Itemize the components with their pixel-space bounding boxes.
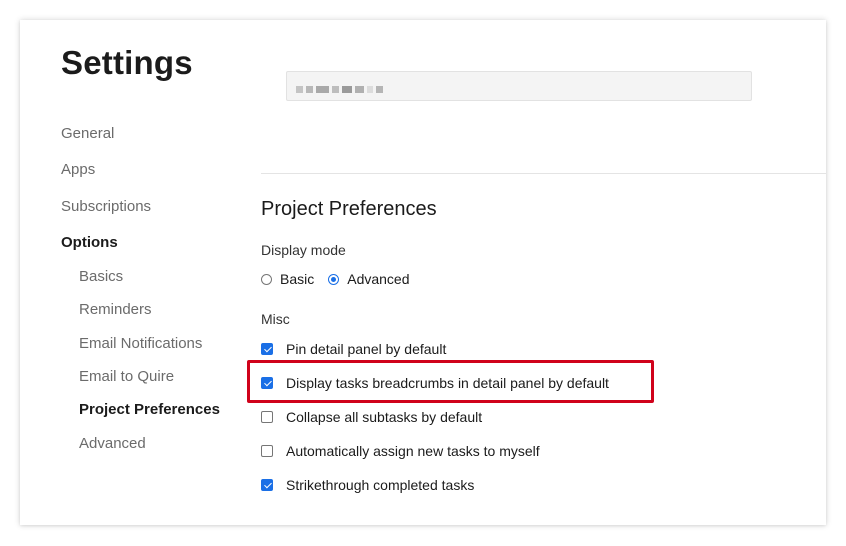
page-title: Settings (61, 44, 193, 81)
search-input[interactable] (286, 71, 752, 101)
sidebar-subitem-email-to-quire[interactable]: Email to Quire (79, 368, 174, 385)
sidebar-subitem-reminders[interactable]: Reminders (79, 301, 152, 318)
section-title: Project Preferences (261, 198, 437, 220)
option-collapse-subtasks: Collapse all subtasks by default (261, 409, 482, 425)
sidebar-item-apps[interactable]: Apps (61, 161, 95, 178)
redacted-text (296, 86, 386, 93)
checkbox-collapse-subtasks[interactable] (261, 411, 273, 423)
misc-label: Misc (261, 311, 290, 327)
option-auto-assign: Automatically assign new tasks to myself (261, 443, 540, 459)
radio-advanced-label[interactable]: Advanced (347, 271, 409, 287)
sidebar-subitem-project-preferences[interactable]: Project Preferences (79, 401, 220, 418)
radio-basic-label[interactable]: Basic (280, 271, 314, 287)
checkbox-pin-detail-panel[interactable] (261, 343, 273, 355)
radio-basic[interactable] (261, 273, 272, 285)
sidebar-item-general[interactable]: General (61, 125, 114, 142)
highlight-box (247, 360, 654, 403)
display-mode-radio-group: Basic Advanced (261, 271, 424, 287)
sidebar-item-options[interactable]: Options (61, 234, 118, 251)
checkbox-label[interactable]: Collapse all subtasks by default (286, 409, 482, 425)
checkbox-label[interactable]: Pin detail panel by default (286, 341, 446, 357)
checkbox-label[interactable]: Strikethrough completed tasks (286, 477, 474, 493)
sidebar-subitem-email-notifications[interactable]: Email Notifications (79, 335, 202, 352)
radio-advanced[interactable] (328, 273, 340, 285)
sidebar-item-subscriptions[interactable]: Subscriptions (61, 198, 151, 215)
option-strikethrough: Strikethrough completed tasks (261, 477, 474, 493)
header-divider (261, 173, 826, 174)
sidebar-subitem-advanced[interactable]: Advanced (79, 435, 146, 452)
sidebar-subitem-basics[interactable]: Basics (79, 268, 123, 285)
option-pin-detail-panel: Pin detail panel by default (261, 341, 446, 357)
settings-panel: Settings General Apps Subscriptions Opti… (20, 20, 826, 525)
checkbox-auto-assign[interactable] (261, 445, 273, 457)
display-mode-label: Display mode (261, 242, 346, 258)
checkbox-strikethrough[interactable] (261, 479, 273, 491)
checkbox-label[interactable]: Automatically assign new tasks to myself (286, 443, 540, 459)
